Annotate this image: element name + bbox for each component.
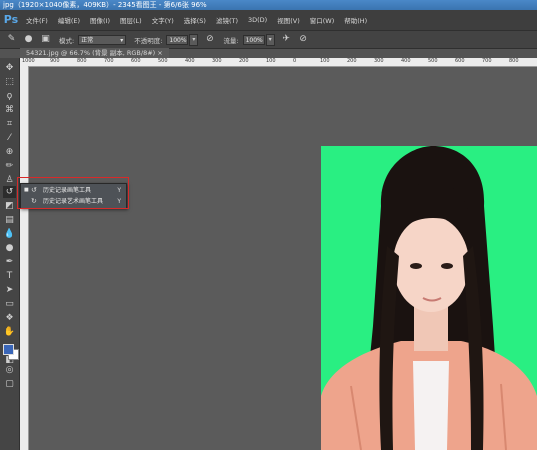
- tool-preset-brush-icon[interactable]: ✎: [6, 34, 17, 45]
- ruler-label: 600: [131, 58, 141, 64]
- ruler-label: 800: [77, 58, 87, 64]
- brush-panel-toggle-icon[interactable]: ▣: [40, 34, 51, 45]
- ruler-label: 100: [266, 58, 276, 64]
- options-bar: ✎ ● ▣ 模式: 正常 不透明度: 100% ▾ ⊘ 流量: 100% ▾ ✈…: [0, 30, 537, 49]
- ruler-label: 200: [239, 58, 249, 64]
- opacity-input[interactable]: 100%: [166, 34, 189, 45]
- opacity-dropdown[interactable]: ▾: [189, 33, 199, 46]
- quick-mask-icon[interactable]: ◎: [3, 364, 16, 376]
- menu-select[interactable]: 选择(S): [184, 15, 206, 25]
- move-tool-icon[interactable]: ✥: [3, 62, 16, 74]
- ruler-label: 400: [401, 58, 411, 64]
- menu-layer[interactable]: 图层(L): [120, 15, 142, 25]
- 3d-tool-icon[interactable]: ❖: [3, 312, 16, 324]
- ruler-label: 700: [482, 58, 492, 64]
- pressure-opacity-icon[interactable]: ⊘: [204, 34, 215, 45]
- ruler-label: 300: [374, 58, 384, 64]
- eraser-tool-icon[interactable]: ◩: [3, 200, 16, 212]
- crop-tool-icon[interactable]: ⌗: [3, 118, 16, 130]
- ruler-label: 400: [185, 58, 195, 64]
- shape-tool-icon[interactable]: ▭: [3, 298, 16, 310]
- menu-image[interactable]: 图像(I): [90, 15, 110, 25]
- menu-bar: Ps 文件(F) 编辑(E) 图像(I) 图层(L) 文字(Y) 选择(S) 滤…: [0, 10, 537, 30]
- eyedropper-tool-icon[interactable]: ⁄: [3, 132, 16, 144]
- flow-input[interactable]: 100%: [242, 34, 265, 45]
- dodge-tool-icon[interactable]: ●: [3, 242, 16, 254]
- menu-help[interactable]: 帮助(H): [344, 15, 367, 25]
- spot-healing-tool-icon[interactable]: ⊕: [3, 146, 16, 158]
- history-brush-tool-icon[interactable]: ↺: [3, 186, 16, 198]
- tools-panel: ✥ ⬚ ϙ ⌘ ⌗ ⁄ ⊕ ✏ ♙ ↺ ◩ ▤ 💧 ● ✒ T ➤ ▭ ❖ ✋ …: [0, 58, 20, 450]
- ruler-label: 100: [320, 58, 330, 64]
- red-highlight-box: [17, 177, 129, 209]
- brush-tool-icon[interactable]: ✏: [3, 160, 16, 172]
- photoshop-logo: Ps: [3, 13, 19, 26]
- menu-filter[interactable]: 滤镜(T): [216, 15, 238, 25]
- flow-label: 流量:: [223, 36, 239, 45]
- path-selection-tool-icon[interactable]: ➤: [3, 284, 16, 296]
- ruler-label: 600: [455, 58, 465, 64]
- ruler-label: 500: [428, 58, 438, 64]
- ruler-label: 500: [158, 58, 168, 64]
- marquee-tool-icon[interactable]: ⬚: [3, 76, 16, 88]
- mode-select[interactable]: 正常: [78, 34, 127, 46]
- quick-select-tool-icon[interactable]: ⌘: [3, 104, 16, 116]
- ruler-label: 900: [50, 58, 60, 64]
- menu-3d[interactable]: 3D(D): [248, 16, 267, 24]
- ruler-label: 200: [347, 58, 357, 64]
- menu-view[interactable]: 视图(V): [277, 15, 300, 25]
- clone-stamp-tool-icon[interactable]: ♙: [3, 174, 16, 186]
- document-tab[interactable]: 54321.jpg @ 66.7% (背景 副本, RGB/8#) ×: [20, 48, 169, 58]
- viewer-title-bar: jpg（1920×1040像素，409KB）- 2345看图王 - 第6/6张 …: [0, 0, 537, 10]
- type-tool-icon[interactable]: T: [3, 270, 16, 282]
- ruler-label: 300: [212, 58, 222, 64]
- flow-dropdown[interactable]: ▾: [265, 33, 275, 46]
- lasso-tool-icon[interactable]: ϙ: [3, 90, 16, 102]
- vertical-ruler: [20, 66, 29, 450]
- brush-size-icon[interactable]: ●: [23, 34, 34, 45]
- ruler-label: 0: [293, 58, 297, 64]
- portrait-photo: [321, 146, 537, 450]
- hand-tool-icon[interactable]: ✋: [3, 326, 16, 338]
- pen-tool-icon[interactable]: ✒: [3, 256, 16, 268]
- mode-label: 模式:: [59, 36, 75, 45]
- horizontal-ruler: 1000 900 800 700 600 500 400 300 200 100…: [20, 58, 537, 67]
- menu-edit[interactable]: 编辑(E): [58, 15, 80, 25]
- gradient-tool-icon[interactable]: ▤: [3, 214, 16, 226]
- foreground-color-swatch[interactable]: [3, 344, 14, 355]
- ruler-label: 800: [509, 58, 519, 64]
- pressure-size-icon[interactable]: ⊘: [298, 34, 309, 45]
- screen-mode-icon[interactable]: ▢: [3, 378, 16, 390]
- opacity-label: 不透明度:: [134, 36, 163, 45]
- menu-type[interactable]: 文字(Y): [152, 15, 174, 25]
- ruler-label: 1000: [22, 58, 35, 64]
- airbrush-icon[interactable]: ✈: [281, 34, 292, 45]
- blur-tool-icon[interactable]: 💧: [3, 228, 16, 240]
- menu-file[interactable]: 文件(F): [26, 15, 48, 25]
- menu-window[interactable]: 窗口(W): [310, 15, 335, 25]
- ruler-label: 700: [104, 58, 114, 64]
- portrait-illustration: [321, 146, 537, 450]
